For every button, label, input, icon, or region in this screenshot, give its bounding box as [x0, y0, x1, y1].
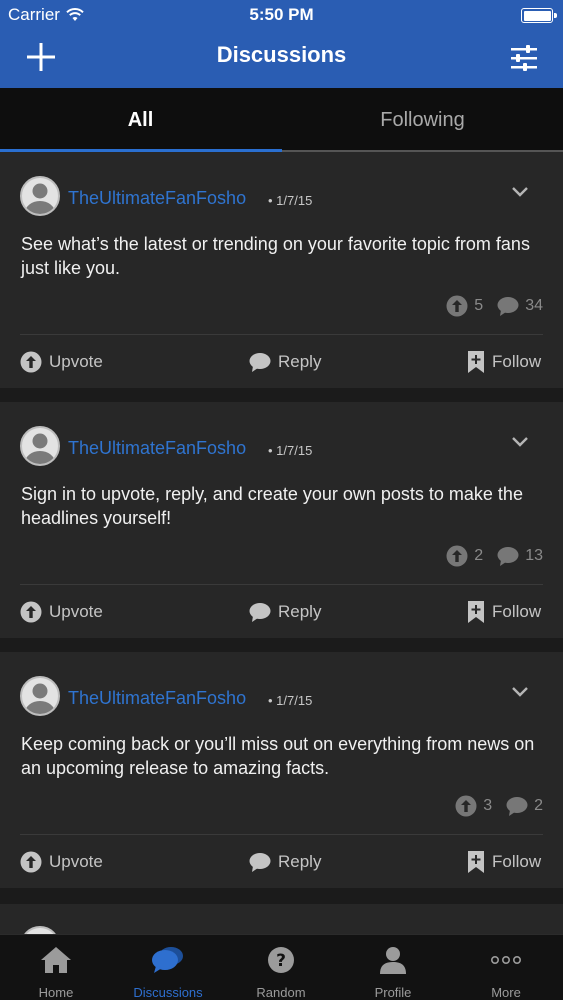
- post-card[interactable]: TheUltimateFanFosho • 1/7/15 Keep coming…: [0, 652, 563, 888]
- page-title: Discussions: [216, 42, 347, 67]
- post-card-partial[interactable]: [0, 904, 563, 966]
- avatar[interactable]: [20, 676, 60, 716]
- upvote-count: 2: [474, 547, 484, 564]
- battery-icon: [521, 8, 557, 23]
- avatar[interactable]: [20, 426, 60, 466]
- reply-button[interactable]: Reply: [249, 348, 321, 376]
- follow-label: Follow: [492, 602, 542, 621]
- bookmark-plus-icon: [468, 601, 484, 623]
- feed-tabs: All Following: [0, 88, 563, 152]
- upvote-count-icon: [455, 795, 477, 817]
- post-date-value: 1/7/15: [276, 443, 313, 458]
- post-date: • 1/7/15: [268, 443, 313, 458]
- tabbar-label: More: [491, 985, 521, 1000]
- follow-button[interactable]: Follow: [467, 348, 541, 376]
- post-stats: 3 2: [455, 794, 543, 818]
- status-bar: Carrier 5:50 PM: [0, 0, 563, 30]
- reply-button[interactable]: Reply: [249, 848, 321, 876]
- upvote-icon: [20, 851, 42, 873]
- upvote-icon: [20, 351, 42, 373]
- follow-button[interactable]: Follow: [467, 598, 541, 626]
- post-author-link[interactable]: TheUltimateFanFosho: [68, 438, 246, 459]
- reply-count-icon: [497, 547, 519, 566]
- upvote-button[interactable]: Upvote: [20, 848, 103, 876]
- post-date-value: 1/7/15: [276, 693, 313, 708]
- avatar[interactable]: [20, 176, 60, 216]
- upvote-label: Upvote: [49, 852, 103, 871]
- reply-count-icon: [506, 797, 528, 816]
- svg-text:?: ?: [276, 951, 286, 971]
- post-card[interactable]: TheUltimateFanFosho • 1/7/15 See what’s …: [0, 152, 563, 388]
- upvote-icon: [20, 601, 42, 623]
- follow-button[interactable]: Follow: [467, 848, 541, 876]
- post-date: • 1/7/15: [268, 193, 313, 208]
- post-stats: 5 34: [446, 294, 543, 318]
- reply-label: Reply: [278, 602, 322, 621]
- reply-label: Reply: [278, 852, 322, 871]
- upvote-count: 3: [483, 797, 493, 814]
- status-time: 5:50 PM: [249, 5, 314, 24]
- default-avatar-icon: [25, 433, 55, 464]
- post-date-value: 1/7/15: [276, 193, 313, 208]
- tabbar-label: Discussions: [133, 985, 203, 1000]
- post-stats: 2 13: [446, 544, 543, 568]
- chevron-down-icon[interactable]: [511, 686, 529, 698]
- reply-icon: [249, 603, 271, 622]
- chat-bubbles-icon: [152, 947, 183, 973]
- card-divider: [20, 834, 543, 835]
- chevron-down-icon[interactable]: [511, 186, 529, 198]
- tabbar-item-profile[interactable]: Profile: [337, 935, 449, 1000]
- card-divider: [20, 334, 543, 335]
- reply-count: 34: [525, 297, 543, 314]
- post-author-link[interactable]: TheUltimateFanFosho: [68, 188, 246, 209]
- bookmark-plus-icon: [468, 351, 484, 373]
- post-body[interactable]: See what’s the latest or trending on you…: [21, 232, 551, 280]
- reply-button[interactable]: Reply: [249, 598, 321, 626]
- post-author-link[interactable]: TheUltimateFanFosho: [68, 688, 246, 709]
- filter-sliders-icon[interactable]: [509, 44, 539, 72]
- tabbar-label: Home: [38, 985, 74, 1000]
- home-icon: [41, 947, 71, 973]
- app-header: Carrier 5:50 PM Discussions: [0, 0, 563, 88]
- post-body[interactable]: Keep coming back or you’ll miss out on e…: [21, 732, 551, 780]
- upvote-button[interactable]: Upvote: [20, 598, 103, 626]
- reply-label: Reply: [278, 352, 322, 371]
- reply-icon: [249, 853, 271, 872]
- reply-count-icon: [497, 297, 519, 316]
- tab-following[interactable]: Following: [282, 88, 563, 152]
- reply-icon: [249, 353, 271, 372]
- more-dots-icon: [490, 956, 521, 965]
- reply-count: 13: [525, 547, 543, 564]
- default-avatar-icon: [25, 183, 55, 214]
- upvote-label: Upvote: [49, 352, 103, 371]
- upvote-count-icon: [446, 295, 468, 317]
- upvote-button[interactable]: Upvote: [20, 348, 103, 376]
- bookmark-plus-icon: [468, 851, 484, 873]
- tabbar-item-random[interactable]: ? Random: [225, 935, 337, 1000]
- person-icon: [380, 947, 406, 974]
- card-divider: [20, 584, 543, 585]
- upvote-label: Upvote: [49, 602, 103, 621]
- post-card[interactable]: TheUltimateFanFosho • 1/7/15 Sign in to …: [0, 402, 563, 638]
- reply-count: 2: [534, 797, 543, 814]
- bottom-tab-bar: Home Discussions ? Random Profile More: [0, 934, 563, 1000]
- tabbar-label: Random: [256, 985, 306, 1000]
- tabbar-label: Profile: [374, 985, 412, 1000]
- default-avatar-icon: [25, 683, 55, 714]
- chevron-down-icon[interactable]: [511, 436, 529, 448]
- upvote-count: 5: [474, 297, 484, 314]
- tabbar-item-more[interactable]: More: [450, 935, 562, 1000]
- upvote-count-icon: [446, 545, 468, 567]
- tabbar-item-discussions[interactable]: Discussions: [112, 935, 224, 1000]
- question-icon: ?: [268, 947, 294, 973]
- follow-label: Follow: [492, 852, 542, 871]
- tab-all[interactable]: All: [0, 88, 281, 152]
- follow-label: Follow: [492, 352, 542, 371]
- post-body[interactable]: Sign in to upvote, reply, and create you…: [21, 482, 551, 530]
- tabbar-item-home[interactable]: Home: [0, 935, 112, 1000]
- post-date: • 1/7/15: [268, 693, 313, 708]
